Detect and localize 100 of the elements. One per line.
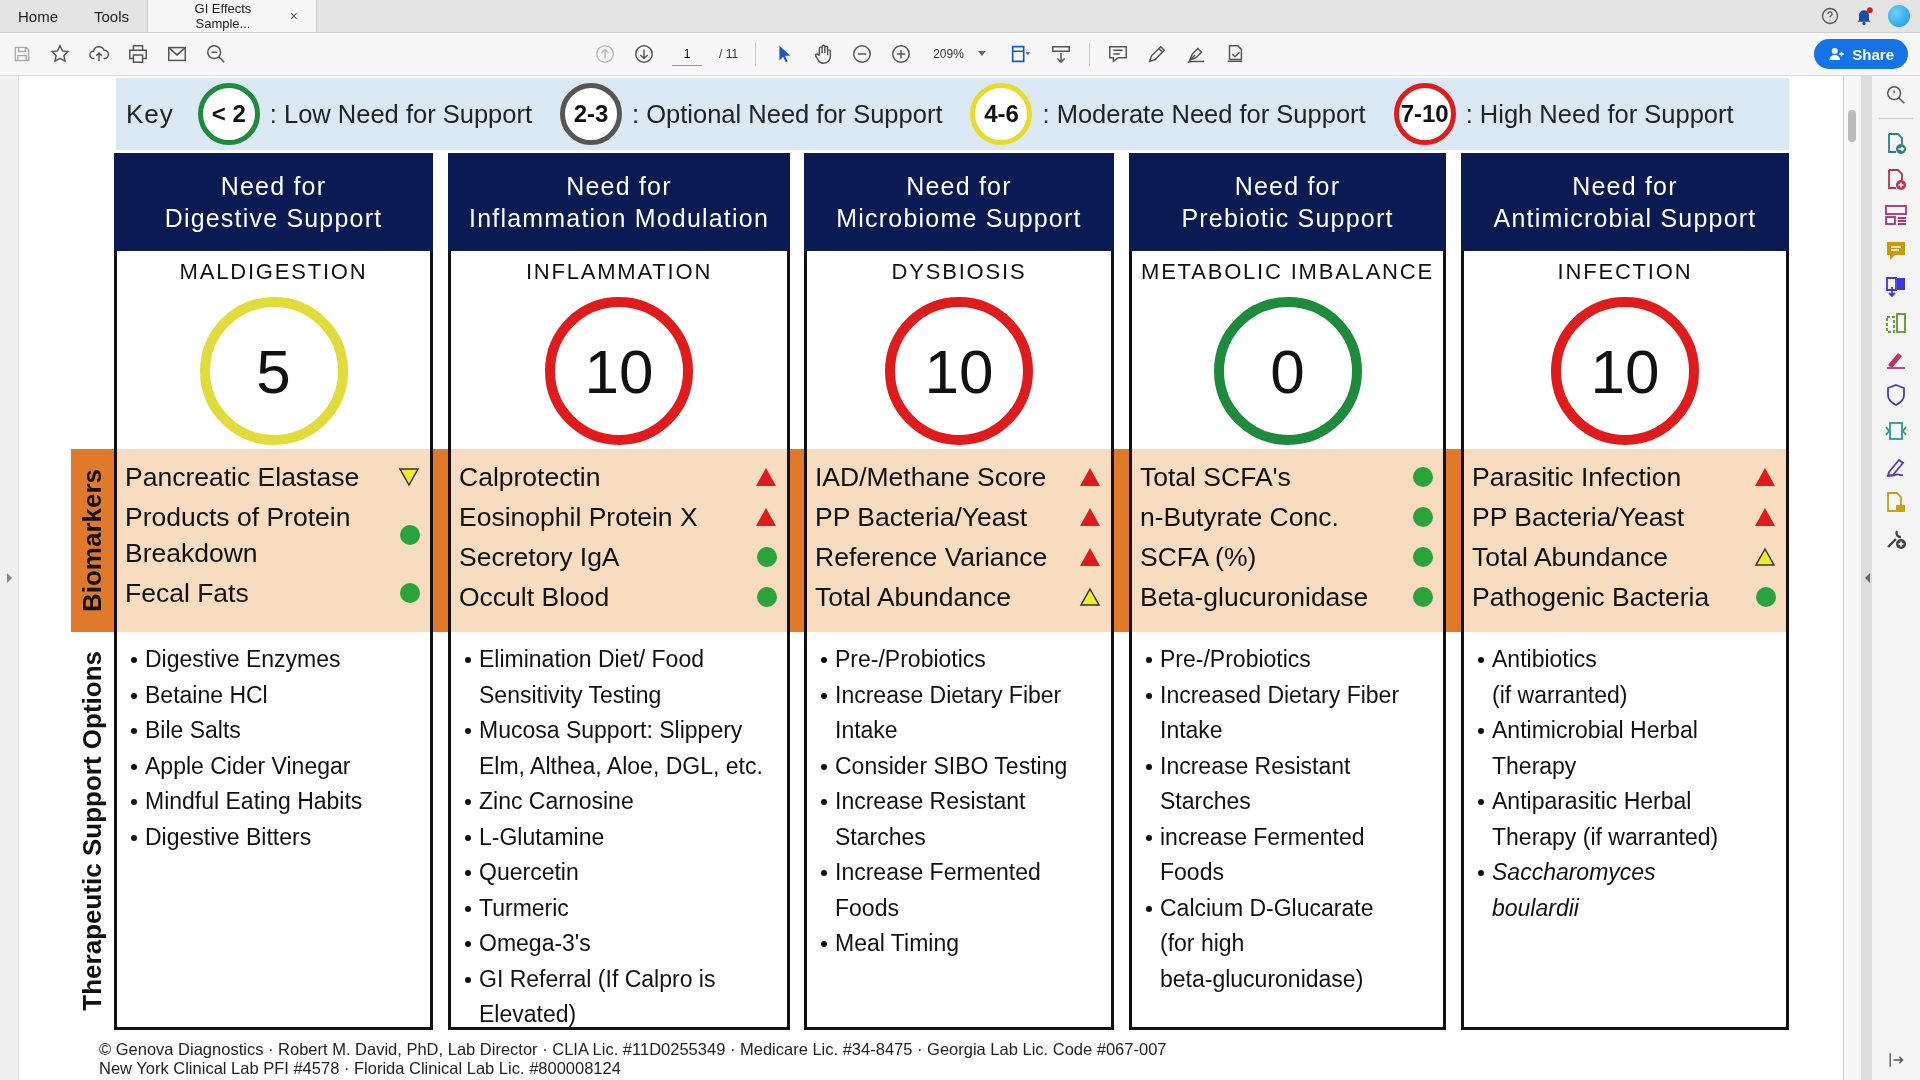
bullet-icon bbox=[1146, 763, 1152, 770]
therapy-option: Increase Resistant Starches bbox=[835, 784, 1091, 855]
biomarker-name: Total Abundance bbox=[1472, 541, 1668, 574]
range-badge: 2-3 bbox=[560, 83, 623, 145]
row-label: Therapeutic Support Options bbox=[77, 651, 108, 1011]
column-header: Need for Digestive Support bbox=[114, 153, 433, 251]
key-text: : Moderate Need for Support bbox=[1042, 99, 1366, 129]
biomarker-name: Calprotectin bbox=[459, 461, 601, 494]
zoom-out-icon[interactable] bbox=[851, 43, 874, 65]
add-user-icon[interactable] bbox=[1828, 45, 1847, 63]
therapy-option: Antibiotics (if warranted) bbox=[1492, 642, 1628, 713]
scroll-mode-icon[interactable] bbox=[1049, 43, 1072, 65]
footer-text: New York Clinical Lab PFI #4578 · Florida Clinical Lab Lic. #800008124 bbox=[99, 1059, 622, 1078]
bullet-icon bbox=[465, 728, 471, 734]
therapy-option: GI Referral (If Calpro is Elevated) bbox=[479, 961, 767, 1033]
category-title: DYSBIOSIS bbox=[891, 259, 1027, 285]
biomarker-name: n-Butyrate Conc. bbox=[1140, 501, 1339, 534]
range-badge: < 2 bbox=[197, 83, 260, 145]
bullet-icon bbox=[131, 692, 137, 699]
scrollbar-thumb[interactable] bbox=[1848, 110, 1856, 142]
dot-icon bbox=[1413, 587, 1433, 607]
zoom-dropdown[interactable]: 209% bbox=[929, 47, 990, 61]
compress-icon[interactable] bbox=[1884, 419, 1908, 443]
up-triangle-icon bbox=[1754, 467, 1776, 487]
therapy-option: Mindful Eating Habits bbox=[145, 784, 363, 820]
column-header: Need for Inflammation Modulation bbox=[448, 153, 790, 251]
therapy-option: Increased Dietary Fiber Intake bbox=[1160, 677, 1423, 749]
bullet-icon bbox=[1146, 905, 1152, 912]
page-count: / 11 bbox=[719, 47, 739, 61]
therapy-option: Increase Dietary Fiber Intake bbox=[835, 677, 1091, 749]
bullet-icon bbox=[131, 763, 137, 770]
page-field[interactable]: 1 bbox=[672, 42, 702, 66]
therapy-option: Betaine HCl bbox=[145, 677, 268, 713]
organize-icon[interactable] bbox=[1884, 311, 1908, 335]
next-page-icon[interactable] bbox=[633, 43, 655, 65]
bullet-icon bbox=[131, 834, 137, 841]
shield-icon[interactable] bbox=[1884, 383, 1908, 407]
bullet-icon bbox=[821, 692, 827, 699]
biomarker-name: Total Abundance bbox=[815, 581, 1011, 614]
key-text: : Low Need for Support bbox=[269, 99, 533, 129]
score-value: 0 bbox=[1270, 335, 1305, 407]
expand-icon[interactable] bbox=[5, 572, 13, 584]
tab[interactable]: Home bbox=[0, 0, 76, 32]
close-button[interactable]: × bbox=[289, 8, 299, 24]
biomarker-name: Pancreatic Elastase bbox=[125, 461, 360, 494]
biomarker-name: Pathogenic Bacteria bbox=[1472, 581, 1710, 614]
biomarker-name: Occult Blood bbox=[459, 581, 610, 614]
therapy-option: Increase Fermented Foods bbox=[835, 855, 1091, 926]
tab[interactable]: Tools bbox=[76, 0, 148, 32]
bullet-icon bbox=[131, 657, 137, 663]
bullet-icon bbox=[465, 870, 471, 876]
up-triangle-icon bbox=[1754, 507, 1776, 527]
key-label: Key bbox=[126, 98, 174, 130]
outlined-triangle-icon bbox=[1079, 587, 1101, 607]
biomarker-name: SCFA (%) bbox=[1140, 541, 1257, 574]
dot-icon bbox=[1756, 587, 1776, 607]
caret-icon bbox=[977, 51, 986, 57]
dot-icon bbox=[1413, 547, 1433, 567]
dot-icon bbox=[757, 587, 777, 607]
bullet-icon bbox=[465, 976, 471, 983]
dot-icon bbox=[1413, 467, 1433, 487]
therapy-option: L-Glutamine bbox=[479, 819, 605, 855]
print-icon[interactable] bbox=[127, 43, 149, 65]
star-icon[interactable] bbox=[49, 43, 71, 65]
tab[interactable]: GI Effects Sample... × bbox=[147, 0, 318, 32]
biomarker-name: Secretory IgA bbox=[459, 541, 620, 574]
bullet-icon bbox=[1478, 657, 1484, 663]
zoom-out-icon[interactable] bbox=[205, 43, 227, 65]
outlined-triangle-icon bbox=[1754, 547, 1776, 567]
bullet-icon bbox=[821, 657, 827, 663]
comment-icon[interactable] bbox=[1106, 43, 1129, 65]
up-triangle-icon bbox=[755, 467, 777, 487]
column-header: Need for Antimicrobial Support bbox=[1461, 153, 1789, 251]
category-title: INFLAMMATION bbox=[525, 259, 713, 285]
bullet-icon bbox=[1146, 834, 1152, 841]
therapy-option: Bile Salts bbox=[145, 713, 241, 749]
help-icon[interactable] bbox=[1820, 6, 1840, 26]
therapy-option: Apple Cider Vinegar bbox=[145, 748, 351, 784]
bullet-icon bbox=[465, 834, 471, 841]
zoom-in-icon[interactable] bbox=[890, 43, 913, 65]
bullet-icon bbox=[1478, 728, 1484, 734]
bullet-icon bbox=[131, 799, 137, 805]
bullet-icon bbox=[465, 657, 471, 663]
biomarker-name: Products of Protein Breakdown bbox=[125, 501, 352, 570]
therapy-option: Antimicrobial Herbal Therapy bbox=[1492, 713, 1766, 784]
column-header: Need for Prebiotic Support bbox=[1129, 153, 1446, 251]
share-button[interactable]: Share bbox=[1814, 39, 1908, 69]
bullet-icon bbox=[821, 763, 827, 770]
therapy-option: Elimination Diet/ Food Sensitivity Testing bbox=[479, 642, 767, 713]
dot-icon bbox=[400, 583, 420, 603]
column-header: Need for Microbiome Support bbox=[804, 153, 1114, 251]
category-title: INFECTION bbox=[1557, 259, 1693, 285]
bullet-icon bbox=[821, 870, 827, 876]
export-icon[interactable] bbox=[1884, 275, 1908, 299]
layout-icon[interactable] bbox=[1884, 203, 1908, 227]
bullet-icon bbox=[1146, 692, 1152, 699]
key-text: : Optional Need for Support bbox=[632, 99, 943, 129]
search-icon[interactable] bbox=[1885, 84, 1907, 106]
biomarker-name: Eosinophil Protein X bbox=[459, 501, 698, 534]
therapy-option: Pre-/Probiotics bbox=[1160, 642, 1311, 678]
